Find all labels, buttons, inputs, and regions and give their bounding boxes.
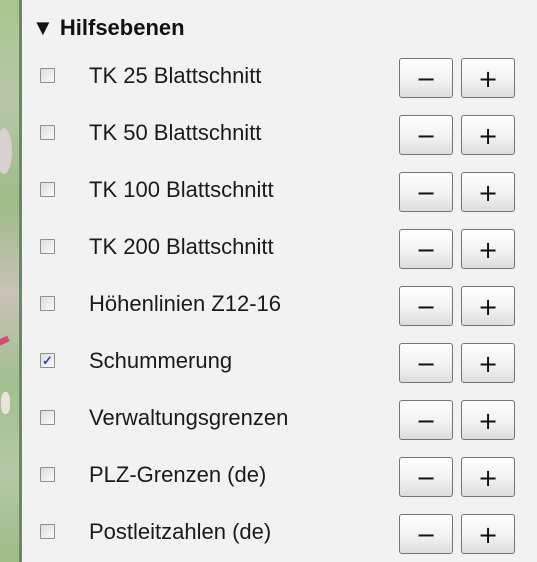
increase-opacity-button[interactable]: + [461, 343, 515, 383]
increase-opacity-button[interactable]: + [461, 115, 515, 155]
increase-opacity-button[interactable]: + [461, 172, 515, 212]
section-header-hilfsebenen[interactable]: ▼ Hilfsebenen [32, 14, 185, 42]
layer-row-verwaltungsgrenzen: Verwaltungsgrenzen − + [22, 400, 537, 440]
checkbox-icon[interactable] [40, 239, 55, 254]
layer-label: TK 25 Blattschnitt [89, 63, 262, 88]
checkbox-icon[interactable] [40, 410, 55, 425]
layer-panel: ▼ Hilfsebenen TK 25 Blattschnitt − + TK … [22, 0, 537, 562]
decrease-opacity-button[interactable]: − [399, 514, 453, 554]
map-feature [1, 392, 10, 414]
layer-row-hoehenlinien: Höhenlinien Z12-16 − + [22, 286, 537, 326]
decrease-opacity-button[interactable]: − [399, 58, 453, 98]
layer-row-tk25: TK 25 Blattschnitt − + [22, 58, 537, 98]
layer-label: Postleitzahlen (de) [89, 519, 272, 544]
checkbox-icon[interactable] [40, 296, 55, 311]
increase-opacity-button[interactable]: + [461, 286, 515, 326]
decrease-opacity-button[interactable]: − [399, 229, 453, 269]
decrease-opacity-button[interactable]: − [399, 400, 453, 440]
layer-label: Schummerung [89, 348, 233, 373]
decrease-opacity-button[interactable]: − [399, 457, 453, 497]
layer-row-tk200: TK 200 Blattschnitt − + [22, 229, 537, 269]
layer-label: Höhenlinien Z12-16 [89, 291, 282, 316]
checkbox-icon[interactable] [40, 524, 55, 539]
checkbox-icon[interactable] [40, 68, 55, 83]
map-feature [0, 128, 12, 174]
layer-row-schummerung: ✓ Schummerung − + [22, 343, 537, 383]
checkbox-icon[interactable] [40, 467, 55, 482]
layer-label: TK 50 Blattschnitt [89, 120, 262, 145]
increase-opacity-button[interactable]: + [461, 58, 515, 98]
map-feature [0, 335, 10, 347]
map-background-strip [0, 0, 19, 562]
layer-row-plz-grenzen: PLZ-Grenzen (de) − + [22, 457, 537, 497]
increase-opacity-button[interactable]: + [461, 514, 515, 554]
layer-label: TK 200 Blattschnitt [89, 234, 274, 259]
decrease-opacity-button[interactable]: − [399, 115, 453, 155]
increase-opacity-button[interactable]: + [461, 400, 515, 440]
layer-row-tk50: TK 50 Blattschnitt − + [22, 115, 537, 155]
decrease-opacity-button[interactable]: − [399, 343, 453, 383]
checked-checkbox-icon[interactable]: ✓ [40, 353, 55, 368]
layer-label: PLZ-Grenzen (de) [89, 462, 267, 487]
checkbox-icon[interactable] [40, 182, 55, 197]
layer-row-postleitzahlen: Postleitzahlen (de) − + [22, 514, 537, 554]
layer-label: Verwaltungsgrenzen [89, 405, 289, 430]
decrease-opacity-button[interactable]: − [399, 172, 453, 212]
increase-opacity-button[interactable]: + [461, 229, 515, 269]
checkbox-icon[interactable] [40, 125, 55, 140]
decrease-opacity-button[interactable]: − [399, 286, 453, 326]
layer-label: TK 100 Blattschnitt [89, 177, 274, 202]
increase-opacity-button[interactable]: + [461, 457, 515, 497]
layer-row-tk100: TK 100 Blattschnitt − + [22, 172, 537, 212]
